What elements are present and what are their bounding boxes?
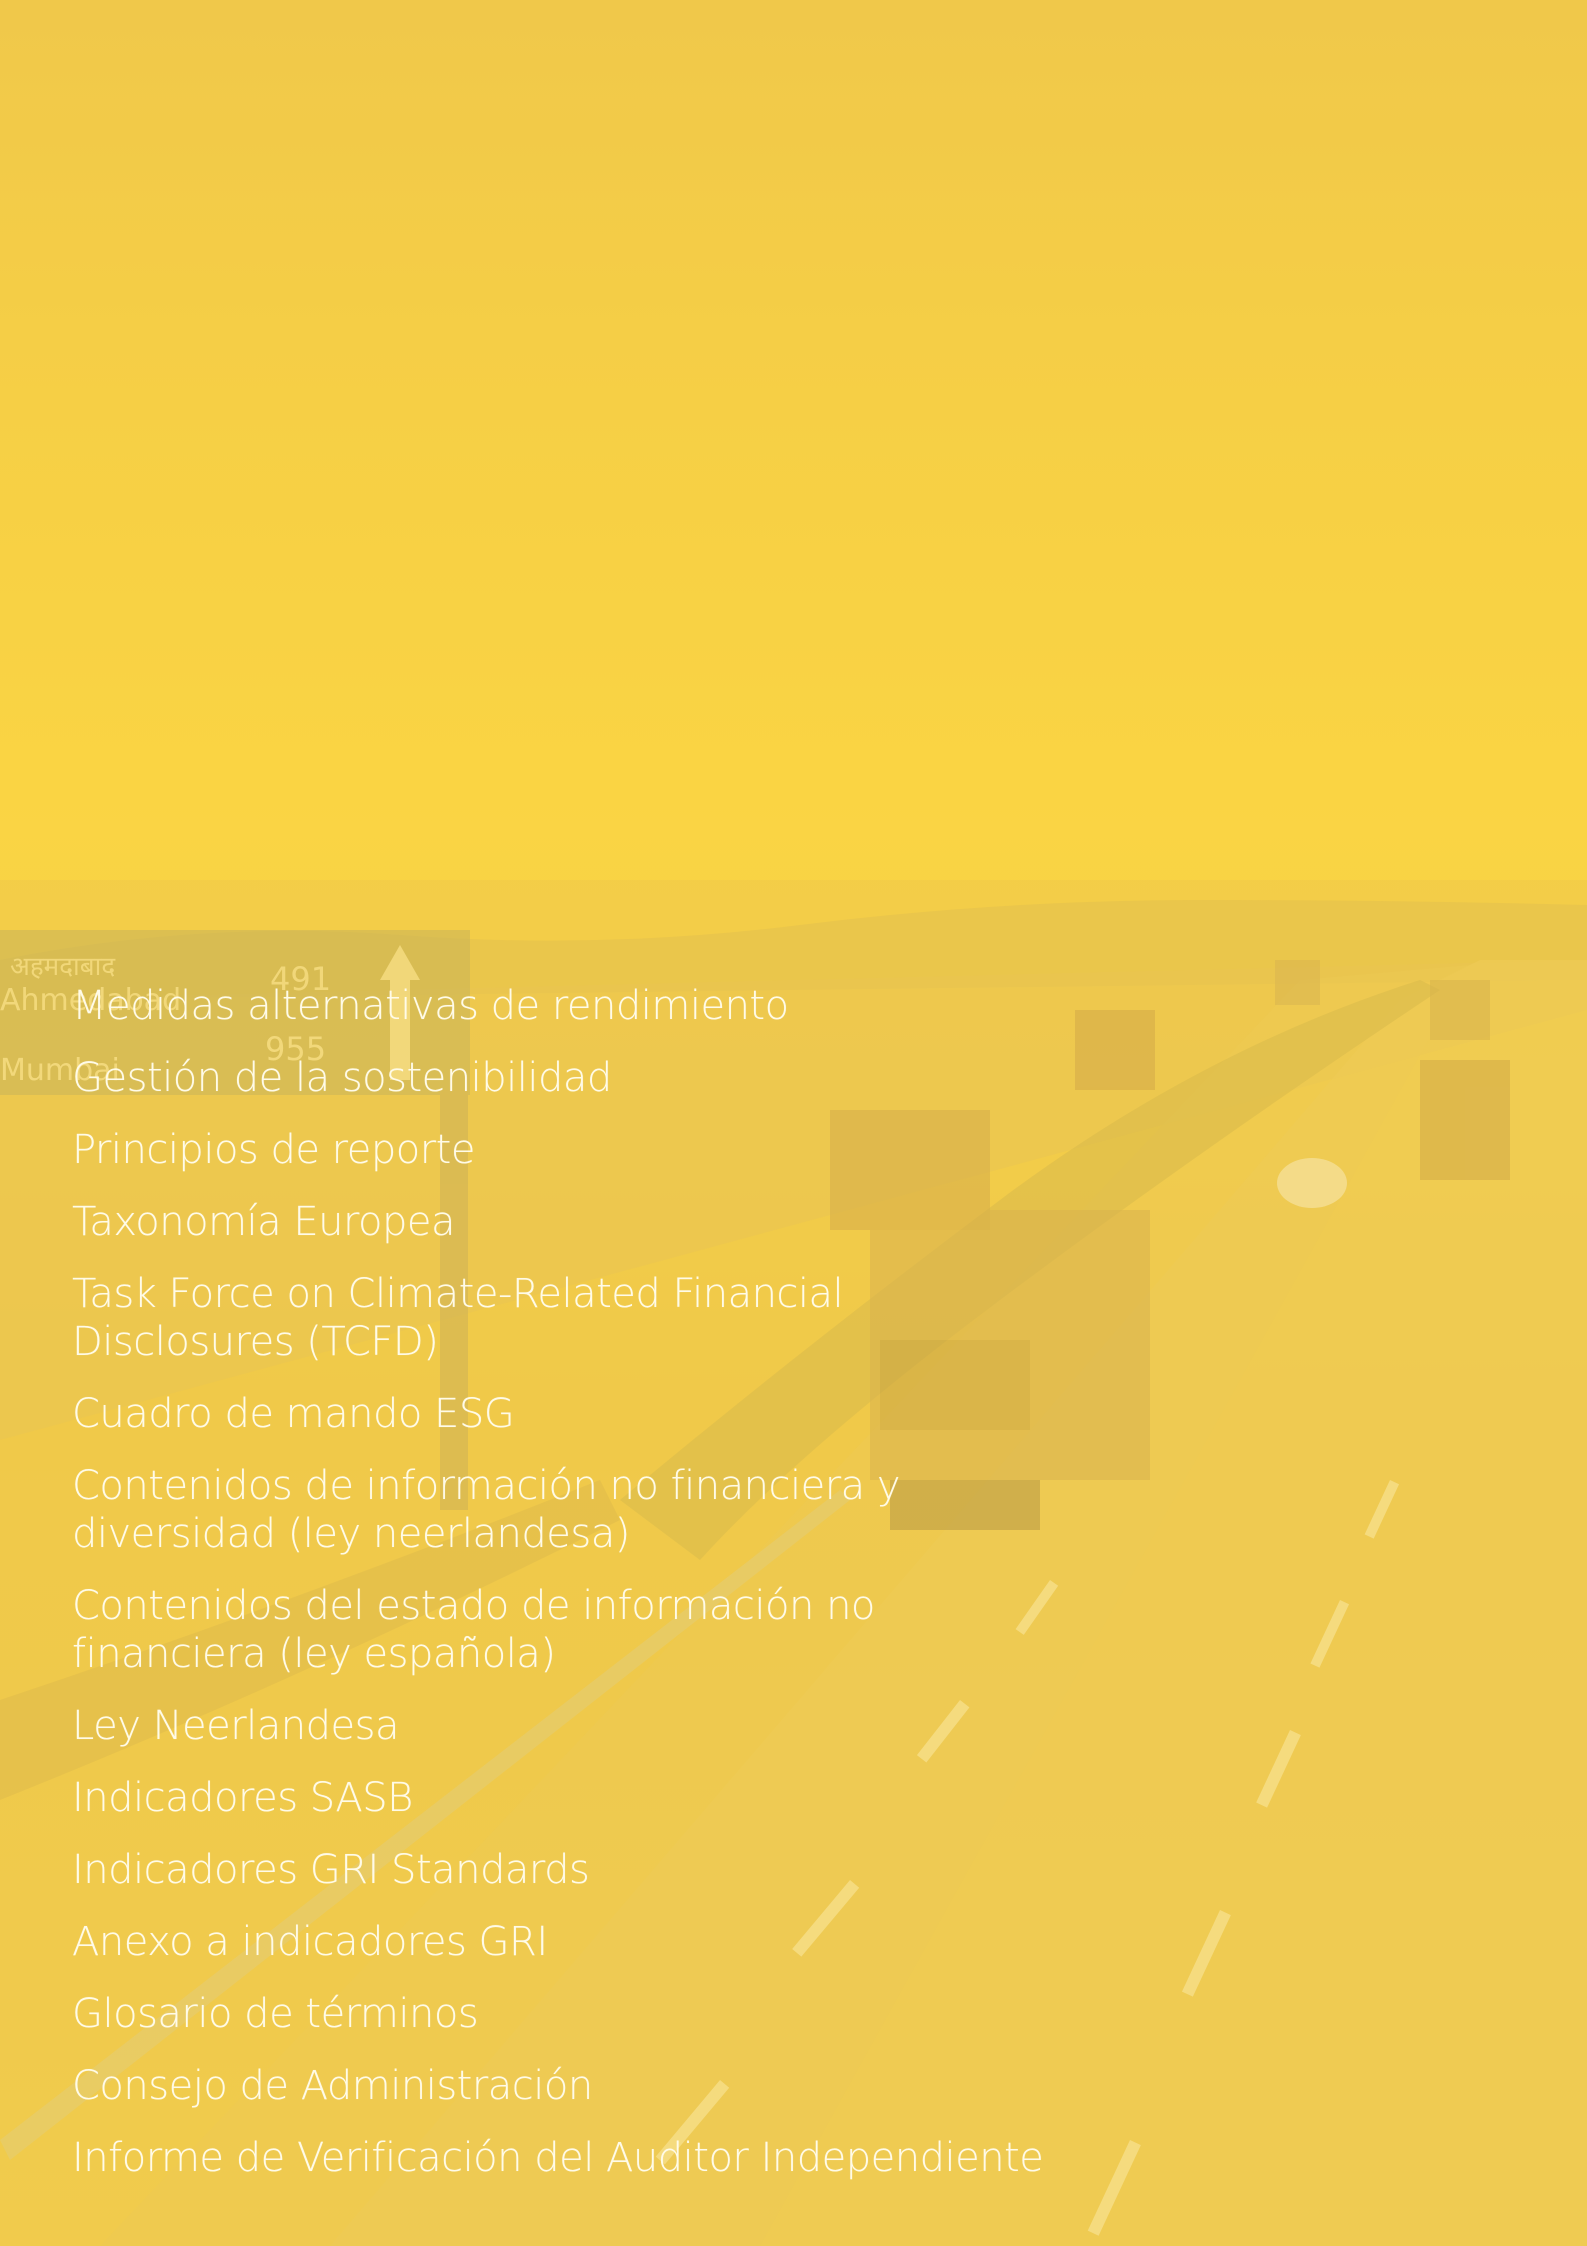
toc-item-taxonomia-europea[interactable]: Taxonomía Europea [72,1198,1072,1246]
toc-item-informe-verificacion[interactable]: Informe de Verificación del Auditor Inde… [72,2134,1072,2182]
table-of-contents: Medidas alternativas de rendimiento Gest… [72,982,1072,2206]
toc-item-info-no-financiera-nl[interactable]: Contenidos de información no financiera … [72,1462,1072,1558]
toc-item-medidas-alternativas[interactable]: Medidas alternativas de rendimiento [72,982,1072,1030]
toc-item-consejo-administracion[interactable]: Consejo de Administración [72,2062,1072,2110]
toc-item-indicadores-sasb[interactable]: Indicadores SASB [72,1774,1072,1822]
page: अहमदाबाद Ahmedabad Mumbai 491 955 Medida… [0,0,1587,2246]
toc-item-cuadro-mando-esg[interactable]: Cuadro de mando ESG [72,1390,1072,1438]
toc-item-principios-reporte[interactable]: Principios de reporte [72,1126,1072,1174]
sign-line-1: अहमदाबाद [10,952,116,982]
toc-item-glosario[interactable]: Glosario de términos [72,1990,1072,2038]
toc-item-tcfd[interactable]: Task Force on Climate-Related Financial … [72,1270,1072,1366]
toc-item-gestion-sostenibilidad[interactable]: Gestión de la sostenibilidad [72,1054,1072,1102]
toc-item-estado-info-no-financiera-es[interactable]: Contenidos del estado de información no … [72,1582,1072,1678]
toc-item-anexo-gri[interactable]: Anexo a indicadores GRI [72,1918,1072,1966]
toc-item-indicadores-gri-standards[interactable]: Indicadores GRI Standards [72,1846,1072,1894]
toc-item-ley-neerlandesa[interactable]: Ley Neerlandesa [72,1702,1072,1750]
